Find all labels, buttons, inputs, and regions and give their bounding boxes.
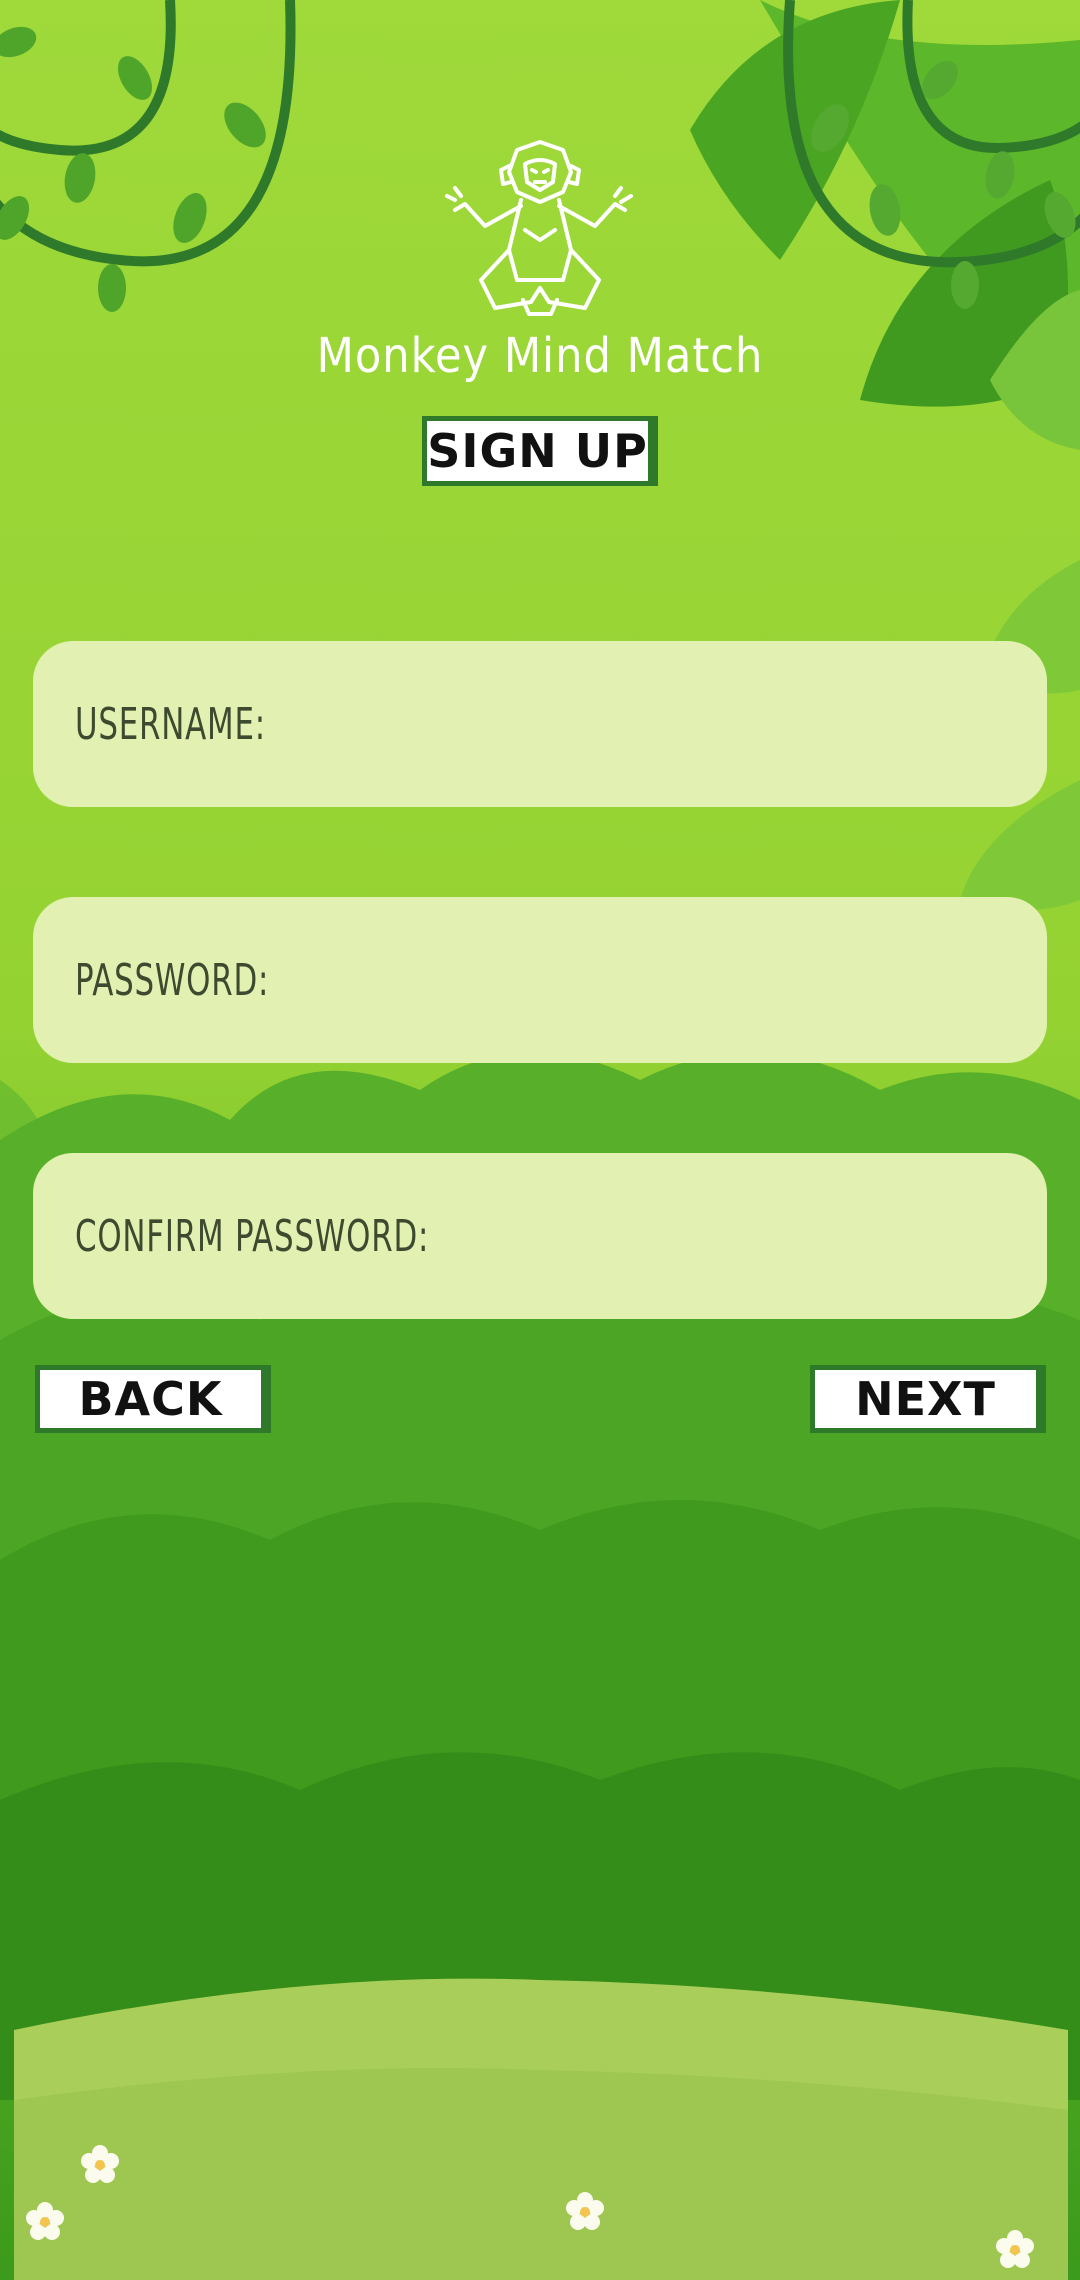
confirm-password-field[interactable]: CONFIRM PASSWORD:: [33, 1152, 1047, 1320]
password-label: PASSWORD:: [75, 954, 270, 1006]
grass-hill: [14, 1978, 1068, 2280]
username-field[interactable]: USERNAME:: [33, 640, 1047, 808]
username-label: USERNAME:: [75, 698, 266, 750]
sign-up-heading: SIGN UP: [422, 416, 658, 486]
password-input[interactable]: [284, 896, 1047, 1064]
confirm-password-input[interactable]: [489, 1152, 1047, 1320]
app-title: Monkey Mind Match: [316, 328, 764, 384]
meditating-monkey-icon: [445, 140, 633, 316]
password-field[interactable]: PASSWORD:: [33, 896, 1047, 1064]
app-logo: Monkey Mind Match: [0, 130, 1080, 384]
confirm-password-label: CONFIRM PASSWORD:: [75, 1210, 430, 1262]
username-input[interactable]: [279, 640, 1047, 808]
next-button[interactable]: NEXT: [810, 1365, 1046, 1433]
back-button[interactable]: BACK: [35, 1365, 271, 1433]
